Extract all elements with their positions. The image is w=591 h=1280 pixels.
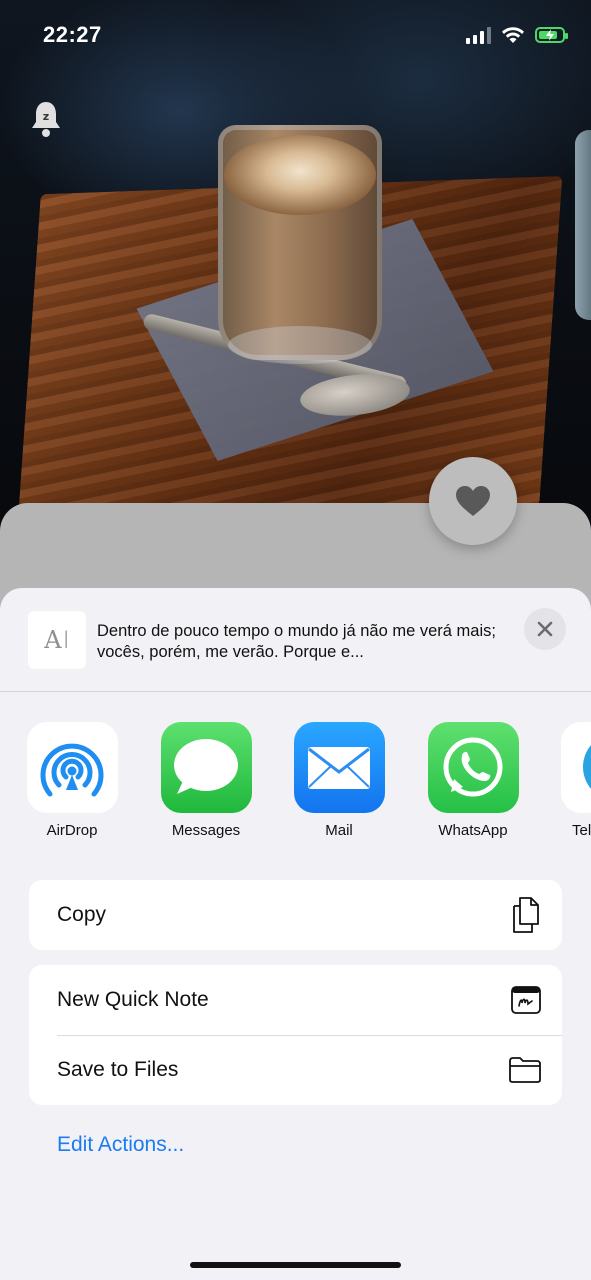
close-icon	[537, 621, 553, 637]
action-label: New Quick Note	[57, 988, 209, 1011]
save-to-files-action[interactable]: Save to Files	[29, 1035, 562, 1105]
quick-note-icon	[511, 986, 541, 1014]
share-app-airdrop[interactable]: AirDrop	[7, 722, 137, 839]
airdrop-icon	[26, 722, 118, 813]
app-label: Mail	[325, 822, 353, 839]
bottle	[575, 130, 591, 320]
share-app-telegram[interactable]: Tel	[541, 722, 591, 839]
telegram-icon	[561, 722, 591, 813]
actions-group-files: New Quick Note Save to Files	[29, 965, 562, 1105]
app-label: AirDrop	[46, 822, 98, 839]
share-app-mail[interactable]: Mail	[274, 722, 404, 839]
share-preview: AI Dentro de pouco tempo o mundo já não …	[0, 588, 591, 692]
new-quick-note-action[interactable]: New Quick Note	[29, 965, 562, 1035]
app-label: Messages	[171, 822, 241, 839]
app-label: WhatsApp	[438, 822, 508, 839]
charging-bolt-icon	[546, 29, 554, 41]
coffee-glass	[218, 125, 382, 364]
home-indicator[interactable]	[190, 1262, 401, 1268]
share-app-whatsapp[interactable]: WhatsApp	[408, 722, 538, 839]
share-sheet: AI Dentro de pouco tempo o mundo já não …	[0, 588, 591, 1280]
preview-text: Dentro de pouco tempo o mundo já não me …	[97, 622, 496, 661]
app-label: Tel	[572, 822, 591, 839]
actions-group-copy: Copy	[29, 880, 562, 950]
mail-icon	[293, 722, 385, 813]
heart-icon	[456, 486, 490, 516]
edit-actions-link[interactable]: Edit Actions...	[57, 1133, 184, 1157]
text-cursor-icon: AI	[28, 611, 86, 669]
battery-icon	[535, 27, 568, 43]
favorite-button[interactable]	[429, 457, 517, 545]
copy-icon	[513, 897, 539, 933]
action-label: Copy	[57, 903, 107, 926]
wifi-icon	[502, 27, 524, 43]
status-time: 22:27	[43, 22, 102, 47]
copy-action[interactable]: Copy	[29, 880, 562, 950]
share-apps-row: AirDrop Messages Mail WhatsApp Tel	[0, 722, 591, 852]
folder-icon	[509, 1057, 541, 1083]
whatsapp-icon	[427, 722, 519, 813]
cellular-signal-icon	[466, 26, 491, 44]
status-indicators	[466, 26, 568, 44]
share-app-messages[interactable]: Messages	[141, 722, 271, 839]
action-label: Save to Files	[57, 1058, 179, 1081]
bell-z-icon[interactable]: z	[30, 100, 62, 138]
messages-icon	[160, 722, 252, 813]
close-button[interactable]	[524, 608, 566, 650]
svg-text:z: z	[43, 110, 49, 123]
